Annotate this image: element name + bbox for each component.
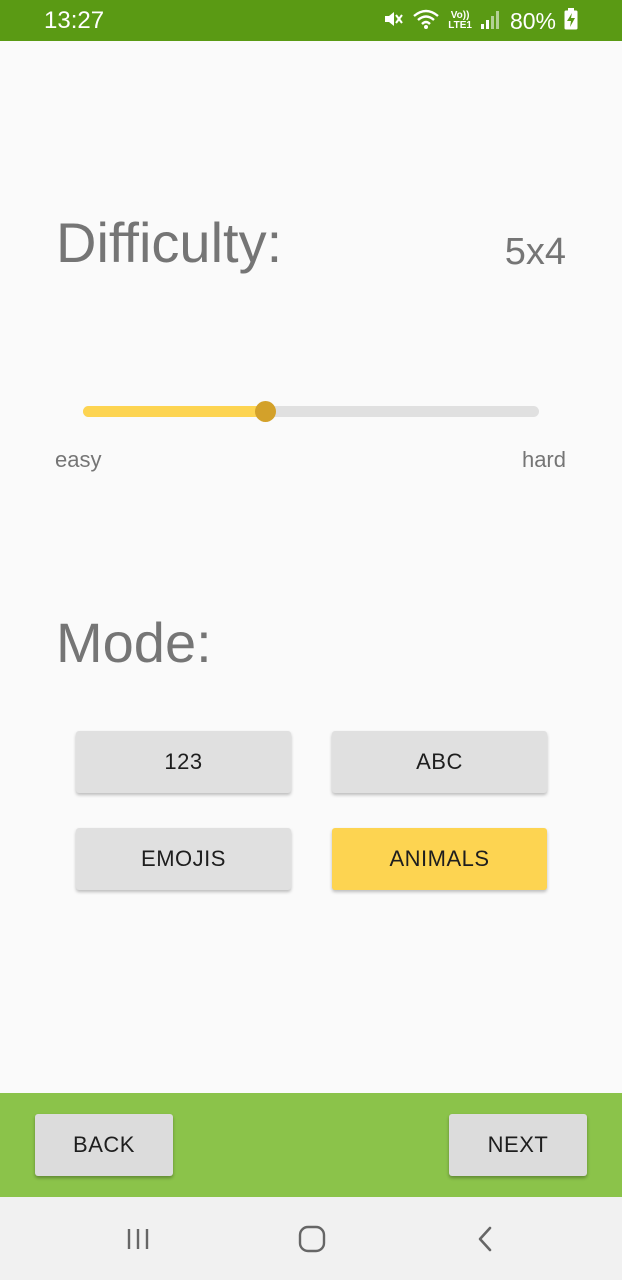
- battery-percent: 80%: [509, 8, 556, 34]
- status-time: 13:27: [44, 7, 105, 34]
- mode-button-animals[interactable]: ANIMALS: [332, 828, 547, 890]
- difficulty-value: 5x4: [504, 231, 566, 273]
- wifi-icon: [412, 8, 440, 35]
- home-icon[interactable]: [290, 1217, 334, 1261]
- mode-button-emojis[interactable]: EMOJIS: [76, 828, 291, 890]
- mode-button-123[interactable]: 123: [76, 731, 291, 793]
- slider-min-label: easy: [55, 447, 102, 472]
- difficulty-label: Difficulty:: [56, 211, 283, 274]
- battery-charging-icon: [564, 7, 578, 35]
- signal-icon: [480, 8, 500, 35]
- volte-icon: Vo)) LTE1: [448, 10, 472, 31]
- mode-button-abc[interactable]: ABC: [332, 731, 547, 793]
- recent-apps-icon[interactable]: [116, 1217, 160, 1261]
- bottom-bar: BACK NEXT: [0, 1093, 622, 1197]
- status-icons: Vo)) LTE1 80%: [382, 6, 578, 36]
- difficulty-slider[interactable]: [83, 400, 539, 424]
- system-nav-bar: [0, 1197, 622, 1280]
- slider-max-label: hard: [521, 447, 566, 472]
- mute-icon: [382, 8, 404, 35]
- back-button[interactable]: BACK: [35, 1114, 173, 1176]
- mode-label: Mode:: [56, 611, 212, 674]
- status-bar: 13:27 Vo)) LTE1 80%: [0, 0, 622, 41]
- back-icon[interactable]: [464, 1217, 508, 1261]
- slider-fill: [83, 406, 265, 417]
- slider-thumb[interactable]: [255, 401, 276, 422]
- next-button[interactable]: NEXT: [449, 1114, 587, 1176]
